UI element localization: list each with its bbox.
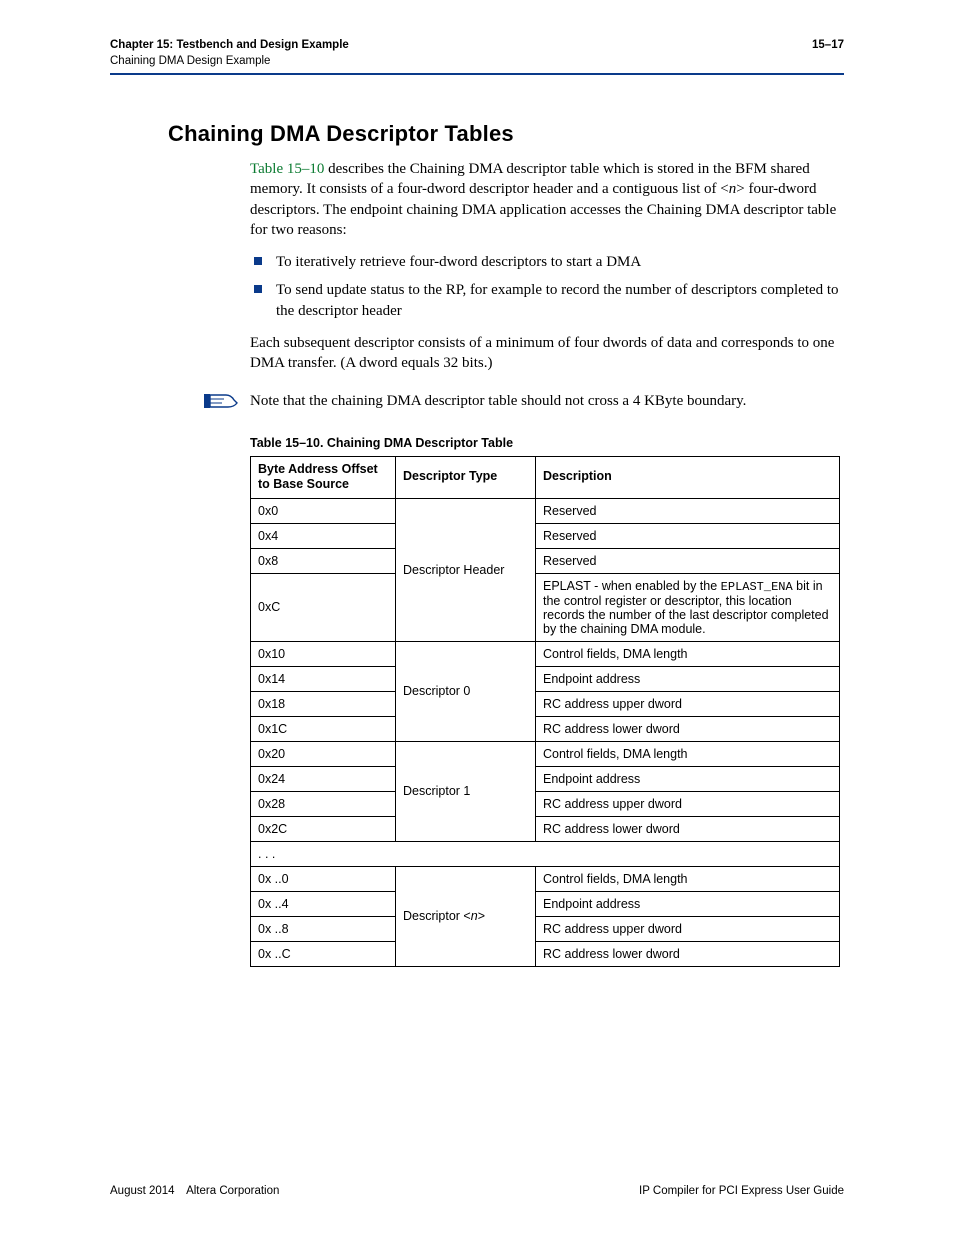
note-block: Note that the chaining DMA descriptor ta… [110,391,844,411]
table-reference-link[interactable]: Table 15–10 [250,161,324,177]
table-row: 0x2C RC address lower dword [251,816,840,841]
table-row: 0x14 Endpoint address [251,666,840,691]
descriptor-type-cell: Descriptor Header [396,498,536,641]
note-hand-icon [204,393,238,411]
reasons-list: To iteratively retrieve four-dword descr… [250,252,844,321]
table-row: 0xC EPLAST - when enabled by the EPLAST_… [251,573,840,641]
list-item: To iteratively retrieve four-dword descr… [250,252,844,272]
page-footer: August 2014 Altera Corporation IP Compil… [110,1185,844,1197]
table-caption: Table 15–10. Chaining DMA Descriptor Tab… [250,436,844,450]
descriptor-table: Byte Address Offset to Base Source Descr… [250,456,840,967]
list-item: To send update status to the RP, for exa… [250,280,844,321]
intro-paragraph: Table 15–10 describes the Chaining DMA d… [250,159,844,240]
table-header: Description [536,456,840,498]
page-header: Chapter 15: Testbench and Design Example… [110,38,844,69]
section-heading: Chaining DMA Descriptor Tables [168,121,844,147]
footer-right: IP Compiler for PCI Express User Guide [639,1185,844,1197]
table-ellipsis-row: . . . [251,841,840,866]
header-rule [110,73,844,75]
table-row: 0x1C RC address lower dword [251,716,840,741]
table-header: Byte Address Offset to Base Source [251,456,396,498]
table-row: 0x ..C RC address lower dword [251,941,840,966]
table-row: 0x28 RC address upper dword [251,791,840,816]
descriptor-type-cell: Descriptor 0 [396,641,536,741]
table-row: 0x ..0 Descriptor <n> Control fields, DM… [251,866,840,891]
table-row: 0x20 Descriptor 1 Control fields, DMA le… [251,741,840,766]
table-header: Descriptor Type [396,456,536,498]
table-row: 0x8 Reserved [251,548,840,573]
descriptor-type-cell: Descriptor 1 [396,741,536,841]
table-row: 0x ..4 Endpoint address [251,891,840,916]
header-page-number: 15–17 [812,38,844,54]
table-row: 0x4 Reserved [251,523,840,548]
table-row: 0x18 RC address upper dword [251,691,840,716]
header-chapter: Chapter 15: Testbench and Design Example [110,38,349,54]
paragraph: Each subsequent descriptor consists of a… [250,333,844,374]
note-text: Note that the chaining DMA descriptor ta… [250,391,746,411]
table-row: 0x ..8 RC address upper dword [251,916,840,941]
header-subtitle: Chaining DMA Design Example [110,54,349,70]
footer-left: August 2014 Altera Corporation [110,1185,279,1197]
table-row: 0x24 Endpoint address [251,766,840,791]
descriptor-type-cell: Descriptor <n> [396,866,536,966]
table-row: 0x10 Descriptor 0 Control fields, DMA le… [251,641,840,666]
table-row: 0x0 Descriptor Header Reserved [251,498,840,523]
